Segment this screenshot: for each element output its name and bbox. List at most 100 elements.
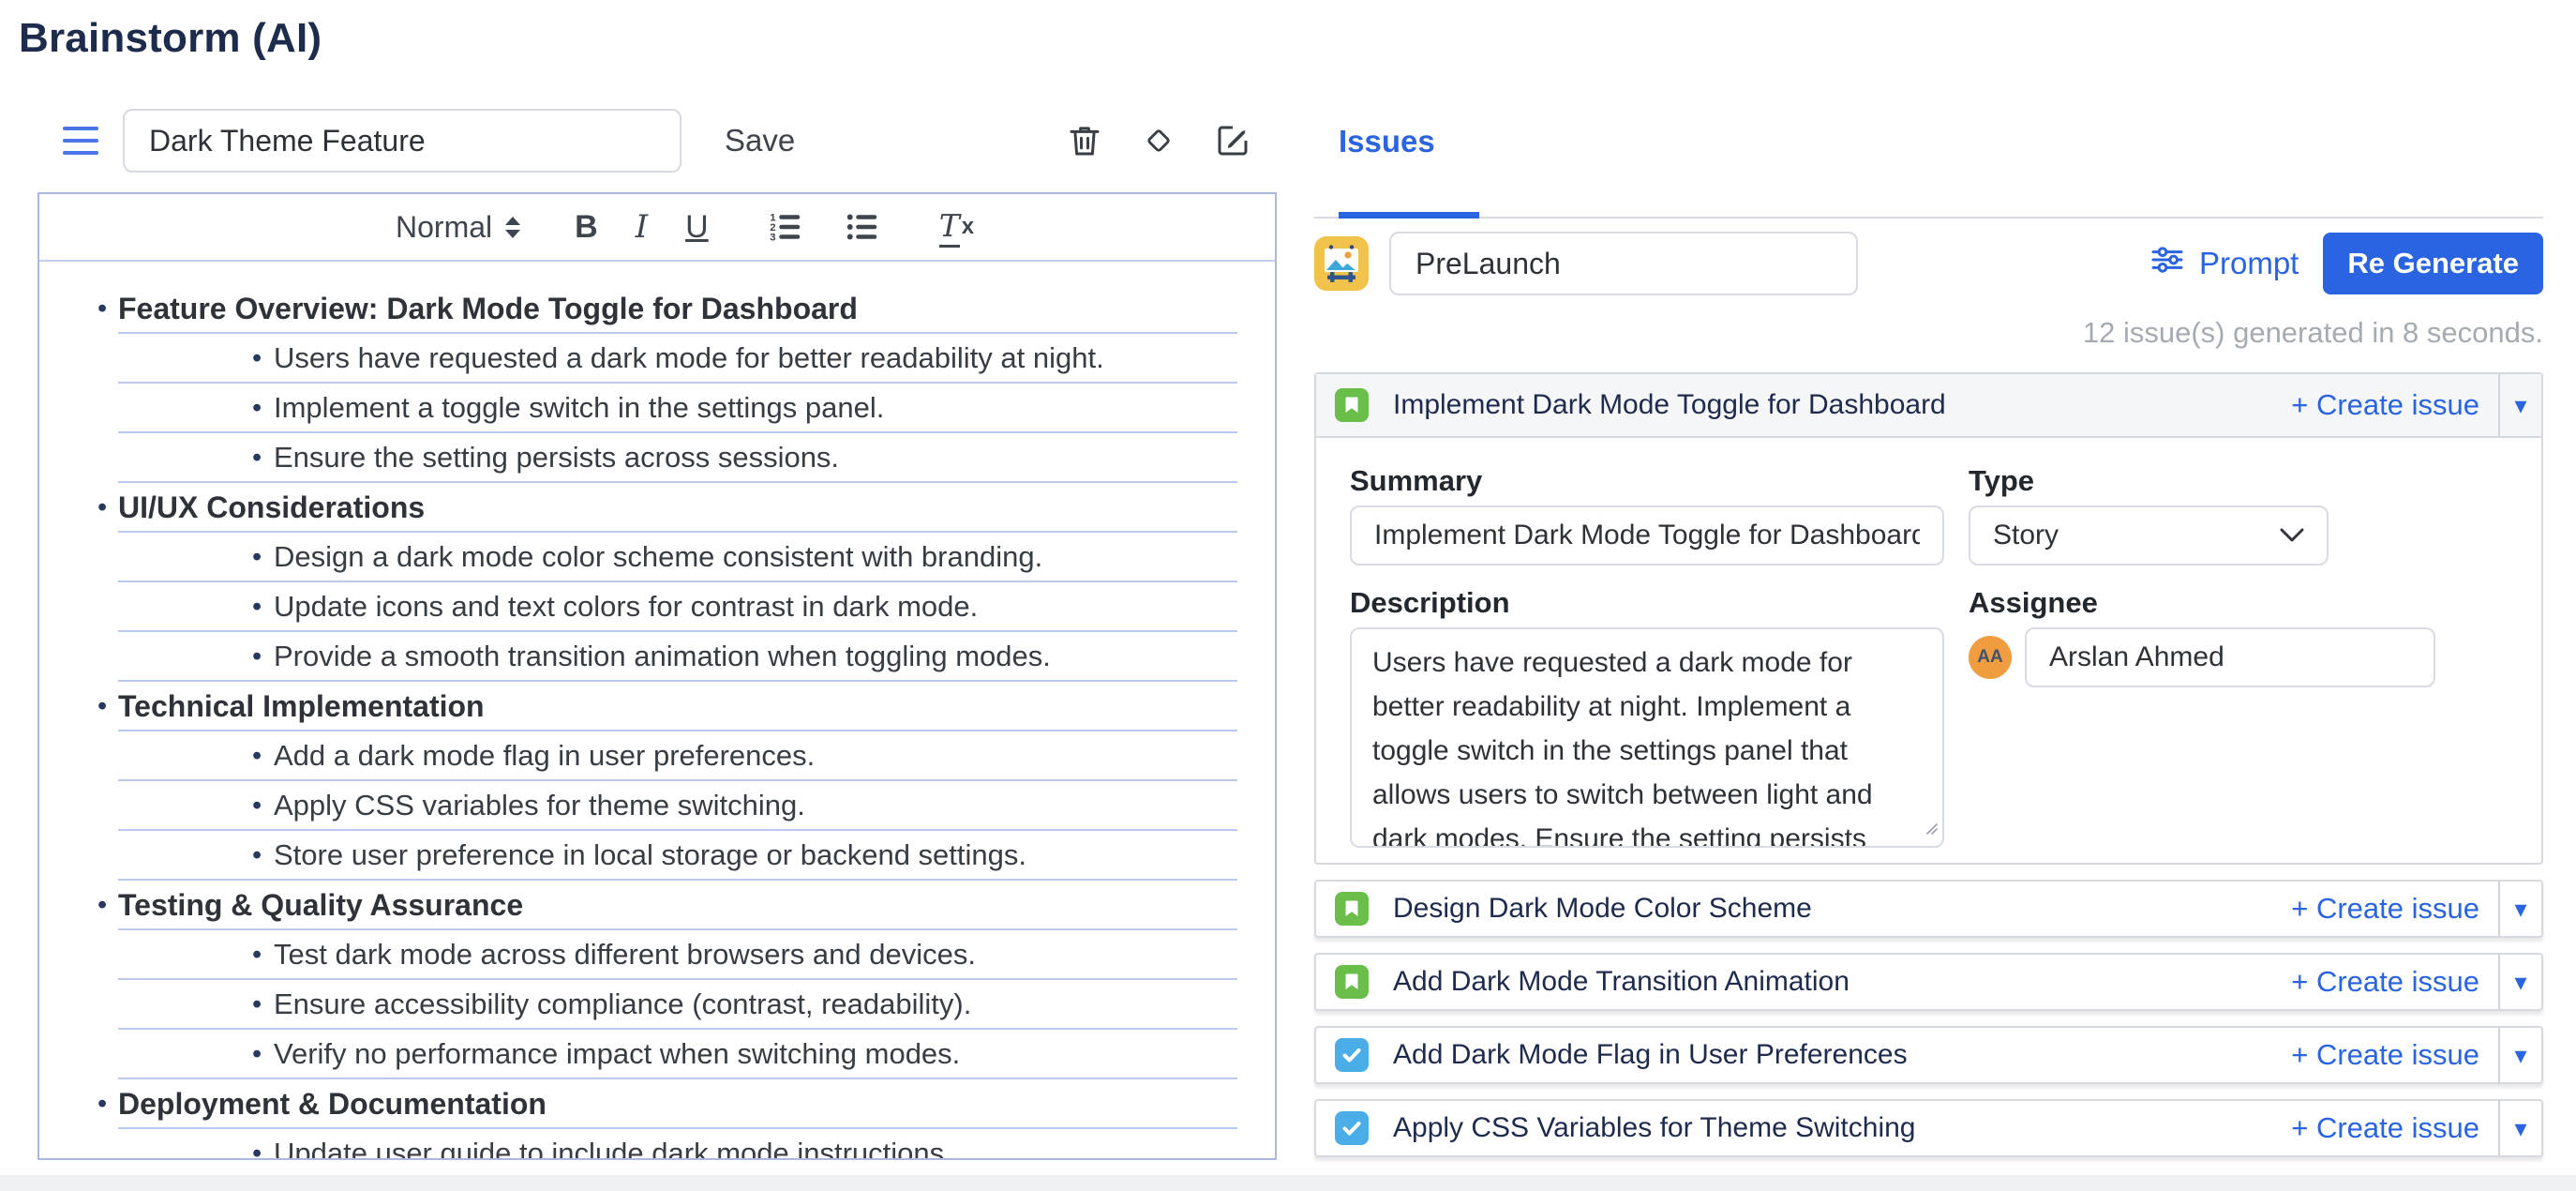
bold-button[interactable]: B — [575, 209, 598, 246]
chevron-down-icon[interactable]: ▾ — [2498, 1101, 2541, 1155]
chevron-down-icon[interactable]: ▾ — [2498, 882, 2541, 936]
clear-formatting-t: T — [939, 207, 960, 248]
story-type-icon — [1335, 965, 1369, 999]
bullet-glyph: • — [252, 533, 262, 581]
issue-title: Add Dark Mode Flag in User Preferences — [1393, 1039, 1908, 1071]
document-panel: Save — [37, 109, 1277, 1160]
editor-line[interactable]: •Update icons and text colors for contra… — [118, 582, 1237, 632]
clear-formatting-x: x — [962, 214, 974, 240]
bottom-strip — [0, 1175, 2576, 1191]
bullet-glyph: • — [97, 682, 107, 731]
chevron-down-icon[interactable]: ▾ — [2498, 1028, 2541, 1082]
chevron-down-icon[interactable]: ▾ — [2498, 955, 2541, 1009]
editor-line-text: Implement a toggle switch in the setting… — [118, 384, 884, 432]
editor-line-text: Ensure the setting persists across sessi… — [118, 433, 839, 482]
bullet-glyph: • — [97, 284, 107, 333]
bullet-list-icon[interactable] — [842, 207, 881, 247]
save-button[interactable]: Save — [725, 123, 795, 158]
edit-icon[interactable] — [1213, 121, 1252, 160]
editor-line-text: UI/UX Considerations — [118, 490, 425, 524]
editor-line-text: Feature Overview: Dark Mode Toggle for D… — [118, 292, 858, 325]
tab-issues[interactable]: Issues — [1339, 124, 1435, 159]
issue-card-header[interactable]: Design Dark Mode Color Scheme + Create i… — [1316, 882, 2541, 936]
prompt-label: Prompt — [2199, 246, 2299, 281]
ordered-list-icon[interactable]: 123 — [765, 207, 804, 247]
editor-line-text: Users have requested a dark mode for bet… — [118, 334, 1104, 383]
issue-card-header[interactable]: Apply CSS Variables for Theme Switching … — [1316, 1101, 2541, 1155]
issue-card-header[interactable]: Add Dark Mode Transition Animation + Cre… — [1316, 955, 2541, 1009]
bullet-glyph: • — [252, 831, 262, 880]
issue-card-header[interactable]: Implement Dark Mode Toggle for Dashboard… — [1316, 374, 2541, 438]
issue-title: Add Dark Mode Transition Animation — [1393, 966, 1850, 998]
page-title: Brainstorm (AI) — [0, 0, 2576, 62]
assignee-input[interactable] — [2025, 627, 2435, 687]
editor-line-text: Technical Implementation — [118, 689, 485, 723]
story-type-icon — [1335, 892, 1369, 926]
create-issue-button[interactable]: + Create issue — [2291, 1111, 2479, 1145]
bullet-glyph: • — [252, 1129, 262, 1160]
assignee-avatar[interactable]: AA — [1969, 636, 2012, 679]
create-issue-button[interactable]: + Create issue — [2291, 1038, 2479, 1072]
epic-artboard-icon — [1314, 236, 1369, 291]
assignee-label: Assignee — [1969, 586, 2329, 618]
chevron-down-icon[interactable]: ▾ — [2498, 374, 2541, 436]
editor-line-text: Add a dark mode flag in user preferences… — [118, 731, 815, 780]
editor-line[interactable]: •Technical Implementation — [118, 682, 1237, 731]
editor-line-text: Apply CSS variables for theme switching. — [118, 781, 805, 830]
underline-button[interactable]: U — [685, 209, 709, 246]
create-issue-button[interactable]: + Create issue — [2291, 892, 2479, 926]
editor-line[interactable]: •Users have requested a dark mode for be… — [118, 334, 1237, 384]
issue-card-header[interactable]: Add Dark Mode Flag in User Preferences +… — [1316, 1028, 2541, 1082]
brainstorm-page: Brainstorm (AI) Save — [0, 0, 2576, 1191]
resize-grip-icon[interactable] — [1924, 821, 1939, 840]
editor-line[interactable]: •Apply CSS variables for theme switching… — [118, 781, 1237, 831]
document-name-input[interactable] — [123, 109, 681, 173]
tab-active-underline — [1339, 212, 1479, 219]
create-issue-button[interactable]: + Create issue — [2291, 388, 2479, 422]
regenerate-button[interactable]: Re Generate — [2323, 233, 2543, 294]
editor-line[interactable]: •Ensure accessibility compliance (contra… — [118, 980, 1237, 1030]
editor-line[interactable]: •Update user guide to include dark mode … — [118, 1129, 1237, 1160]
editor-line[interactable]: •Feature Overview: Dark Mode Toggle for … — [118, 284, 1237, 334]
epic-name-input[interactable] — [1389, 232, 1858, 295]
editor-toolbar: Normal B I U 123 — [39, 194, 1275, 262]
description-label: Description — [1350, 586, 1944, 618]
type-select[interactable]: Story — [1969, 505, 2329, 565]
svg-text:3: 3 — [770, 233, 775, 244]
italic-button[interactable]: I — [636, 208, 648, 246]
editor-line[interactable]: •UI/UX Considerations — [118, 483, 1237, 533]
bullet-glyph: • — [252, 334, 262, 383]
eraser-icon[interactable] — [1140, 122, 1177, 159]
editor-line[interactable]: •Store user preference in local storage … — [118, 831, 1237, 881]
issue-card-collapsed: Design Dark Mode Color Scheme + Create i… — [1314, 880, 2543, 938]
editor-line[interactable]: •Verify no performance impact when switc… — [118, 1030, 1237, 1079]
summary-label: Summary — [1350, 464, 1944, 496]
editor-line-text: Ensure accessibility compliance (contras… — [118, 980, 971, 1029]
editor-line-text: Deployment & Documentation — [118, 1087, 547, 1121]
editor-line[interactable]: •Test dark mode across different browser… — [118, 930, 1237, 980]
bullet-glyph: • — [97, 881, 107, 929]
issue-card-collapsed: Apply CSS Variables for Theme Switching … — [1314, 1099, 2543, 1157]
editor-line[interactable]: •Provide a smooth transition animation w… — [118, 632, 1237, 682]
editor-line-text: Verify no performance impact when switch… — [118, 1030, 960, 1078]
task-type-icon — [1335, 1111, 1369, 1145]
editor-line[interactable]: •Design a dark mode color scheme consist… — [118, 533, 1237, 582]
clear-formatting-button[interactable]: Tx — [939, 207, 974, 248]
editor-line[interactable]: •Testing & Quality Assurance — [118, 881, 1237, 930]
bullet-glyph: • — [252, 980, 262, 1029]
editor-line[interactable]: •Implement a toggle switch in the settin… — [118, 384, 1237, 433]
editor-line[interactable]: •Deployment & Documentation — [118, 1079, 1237, 1129]
delete-icon[interactable] — [1065, 121, 1104, 160]
editor-line[interactable]: •Ensure the setting persists across sess… — [118, 433, 1237, 483]
menu-icon[interactable] — [63, 127, 98, 155]
paragraph-style-select[interactable]: Normal — [396, 210, 520, 245]
prompt-button[interactable]: Prompt — [2149, 241, 2299, 286]
bullet-glyph: • — [252, 781, 262, 830]
document-actions — [1065, 121, 1252, 160]
editor-line[interactable]: •Add a dark mode flag in user preference… — [118, 731, 1237, 781]
editor-content[interactable]: • Feature Overview: Dark Mode Toggle for … — [39, 262, 1275, 1160]
description-textarea[interactable]: Users have requested a dark mode for bet… — [1350, 627, 1944, 848]
create-issue-button[interactable]: + Create issue — [2291, 965, 2479, 999]
bullet-glyph: • — [252, 930, 262, 979]
summary-input[interactable] — [1350, 505, 1944, 565]
